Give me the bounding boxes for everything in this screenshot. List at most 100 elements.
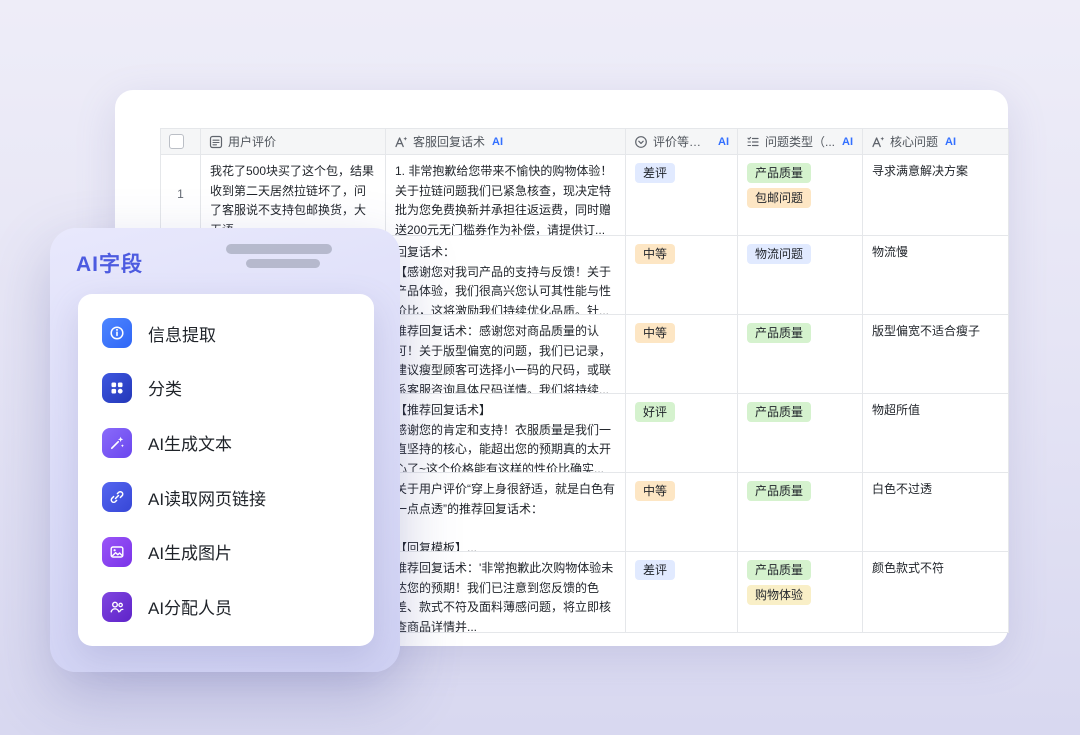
menu-item-classify[interactable]: 分类 — [78, 361, 374, 415]
image-icon — [102, 537, 132, 567]
core-text: 颜色款式不符 — [872, 559, 999, 579]
link-icon — [102, 482, 132, 512]
menu-item-label: AI分配人员 — [148, 594, 232, 619]
column-header-grade[interactable]: 评价等级（... AI — [626, 129, 738, 155]
ai-badge: AI — [842, 136, 853, 148]
core-text: 版型偏宽不适合瘦子 — [872, 322, 999, 342]
column-header-reply[interactable]: 客服回复话术 AI — [386, 129, 626, 155]
column-label: 用户评价 — [228, 133, 276, 150]
menu-item-label: 分类 — [148, 375, 182, 400]
menu-item-label: AI生成文本 — [148, 430, 232, 455]
ai-badge: AI — [718, 136, 729, 148]
column-header-type[interactable]: 问题类型（... AI — [738, 129, 863, 155]
core-text: 物超所值 — [872, 401, 999, 421]
grade-badge: 差评 — [635, 163, 675, 183]
column-label: 问题类型（... — [765, 133, 835, 150]
menu-item-label: AI读取网页链接 — [148, 485, 266, 510]
type-cell[interactable]: 产品质量包邮问题 — [738, 155, 863, 236]
reply-text: 推荐回复话术：'非常抱歉此次购物体验未达您的预期！我们已注意到您反馈的色差、款式… — [395, 559, 616, 633]
grid-icon — [102, 373, 132, 403]
multi-select-icon — [746, 135, 760, 149]
type-badge: 产品质量 — [747, 323, 811, 343]
core-cell[interactable]: 颜色款式不符 — [863, 552, 1009, 633]
magic-wand-icon — [102, 428, 132, 458]
type-badge: 购物体验 — [747, 585, 811, 605]
row-number: 1 — [177, 185, 184, 205]
type-badge: 包邮问题 — [747, 188, 811, 208]
column-label: 评价等级（... — [653, 133, 711, 150]
ai-badge: AI — [492, 136, 503, 148]
reply-text: 回复话术： 【感谢您对我司产品的支持与反馈！关于产品体验，我们很高兴您认可其性能… — [395, 243, 616, 315]
core-text: 物流慢 — [872, 243, 999, 263]
column-label: 核心问题 — [890, 133, 938, 150]
core-cell[interactable]: 物流慢 — [863, 236, 1009, 315]
reply-cell[interactable]: 关于用户评价“穿上身很舒适，就是白色有一点点透”的推荐回复话术： 【回复模板】.… — [386, 473, 626, 552]
masked-text-bar — [246, 259, 320, 268]
grade-cell[interactable]: 差评 — [626, 155, 738, 236]
grade-cell[interactable]: 中等 — [626, 473, 738, 552]
table-header-row: 用户评价 客服回复话术 AI 评价等级（... AI 问题类型（... AI 核… — [160, 128, 1008, 155]
menu-item-ai-read-web-link[interactable]: AI读取网页链接 — [78, 470, 374, 524]
menu-item-info-extract[interactable]: 信息提取 — [78, 306, 374, 360]
core-cell[interactable]: 白色不过透 — [863, 473, 1009, 552]
menu-item-label: AI生成图片 — [148, 539, 232, 564]
menu-item-label: 信息提取 — [148, 321, 216, 346]
grade-badge: 好评 — [635, 402, 675, 422]
reply-cell[interactable]: 回复话术： 【感谢您对我司产品的支持与反馈！关于产品体验，我们很高兴您认可其性能… — [386, 236, 626, 315]
ai-text-field-icon — [394, 135, 408, 149]
reply-cell[interactable]: 推荐回复话术：'非常抱歉此次购物体验未达您的预期！我们已注意到您反馈的色差、款式… — [386, 552, 626, 633]
text-field-icon — [209, 135, 223, 149]
ai-fields-menu: 信息提取 分类 AI生成文本 AI读取网页链接 AI生成图片 — [78, 294, 374, 646]
type-badge: 物流问题 — [747, 244, 811, 264]
core-cell[interactable]: 版型偏宽不适合瘦子 — [863, 315, 1009, 394]
review-text: 我花了500块买了这个包，结果收到第二天居然拉链坏了，问了客服说不支持包邮换货，… — [210, 162, 376, 236]
type-cell[interactable]: 产品质量 — [738, 473, 863, 552]
menu-item-ai-generate-image[interactable]: AI生成图片 — [78, 525, 374, 579]
type-badge: 产品质量 — [747, 402, 811, 422]
type-badge: 产品质量 — [747, 163, 811, 183]
grade-cell[interactable]: 中等 — [626, 236, 738, 315]
table-row: 1 我花了500块买了这个包，结果收到第二天居然拉链坏了，问了客服说不支持包邮换… — [160, 155, 1008, 236]
info-icon — [102, 318, 132, 348]
type-badge: 产品质量 — [747, 481, 811, 501]
column-label: 客服回复话术 — [413, 133, 485, 150]
ai-text-field-icon — [871, 135, 885, 149]
row-number-cell[interactable]: 1 — [161, 155, 201, 236]
menu-item-ai-generate-text[interactable]: AI生成文本 — [78, 416, 374, 470]
reply-cell[interactable]: 【推荐回复话术】 感谢您的肯定和支持！衣服质量是我们一直坚持的核心，能超出您的预… — [386, 394, 626, 473]
core-cell[interactable]: 寻求满意解决方案 — [863, 155, 1009, 236]
reply-cell[interactable]: 推荐回复话术：感谢您对商品质量的认可！关于版型偏宽的问题，我们已记录，建议瘦型顾… — [386, 315, 626, 394]
single-select-icon — [634, 135, 648, 149]
grade-cell[interactable]: 差评 — [626, 552, 738, 633]
people-icon — [102, 592, 132, 622]
menu-item-ai-assign-people[interactable]: AI分配人员 — [78, 580, 374, 634]
reply-text: 推荐回复话术：感谢您对商品质量的认可！关于版型偏宽的问题，我们已记录，建议瘦型顾… — [395, 322, 616, 394]
reply-cell[interactable]: 1. 非常抱歉给您带来不愉快的购物体验！关于拉链问题我们已紧急核查，现决定特批为… — [386, 155, 626, 236]
ai-fields-panel: AI字段 信息提取 分类 AI生成文本 AI读取网页链接 — [50, 228, 400, 672]
masked-text-bar — [226, 244, 332, 254]
type-cell[interactable]: 产品质量 — [738, 315, 863, 394]
grade-cell[interactable]: 中等 — [626, 315, 738, 394]
type-badge: 产品质量 — [747, 560, 811, 580]
ai-badge: AI — [945, 136, 956, 148]
column-header-review[interactable]: 用户评价 — [201, 129, 386, 155]
type-cell[interactable]: 产品质量购物体验 — [738, 552, 863, 633]
core-text: 白色不过透 — [872, 480, 999, 500]
grade-badge: 中等 — [635, 244, 675, 264]
select-all-checkbox[interactable] — [169, 134, 184, 149]
core-text: 寻求满意解决方案 — [872, 162, 999, 182]
panel-title: AI字段 — [76, 248, 143, 278]
reply-text: 关于用户评价“穿上身很舒适，就是白色有一点点透”的推荐回复话术： 【回复模板】.… — [395, 480, 616, 552]
grade-cell[interactable]: 好评 — [626, 394, 738, 473]
grade-badge: 差评 — [635, 560, 675, 580]
reply-text: 【推荐回复话术】 感谢您的肯定和支持！衣服质量是我们一直坚持的核心，能超出您的预… — [395, 401, 616, 473]
review-cell[interactable]: 我花了500块买了这个包，结果收到第二天居然拉链坏了，问了客服说不支持包邮换货，… — [201, 155, 386, 236]
reply-text: 1. 非常抱歉给您带来不愉快的购物体验！关于拉链问题我们已紧急核查，现决定特批为… — [395, 162, 616, 236]
column-header-core[interactable]: 核心问题 AI — [863, 129, 1009, 155]
type-cell[interactable]: 物流问题 — [738, 236, 863, 315]
grade-badge: 中等 — [635, 323, 675, 343]
type-cell[interactable]: 产品质量 — [738, 394, 863, 473]
core-cell[interactable]: 物超所值 — [863, 394, 1009, 473]
select-all-cell — [161, 129, 201, 155]
grade-badge: 中等 — [635, 481, 675, 501]
